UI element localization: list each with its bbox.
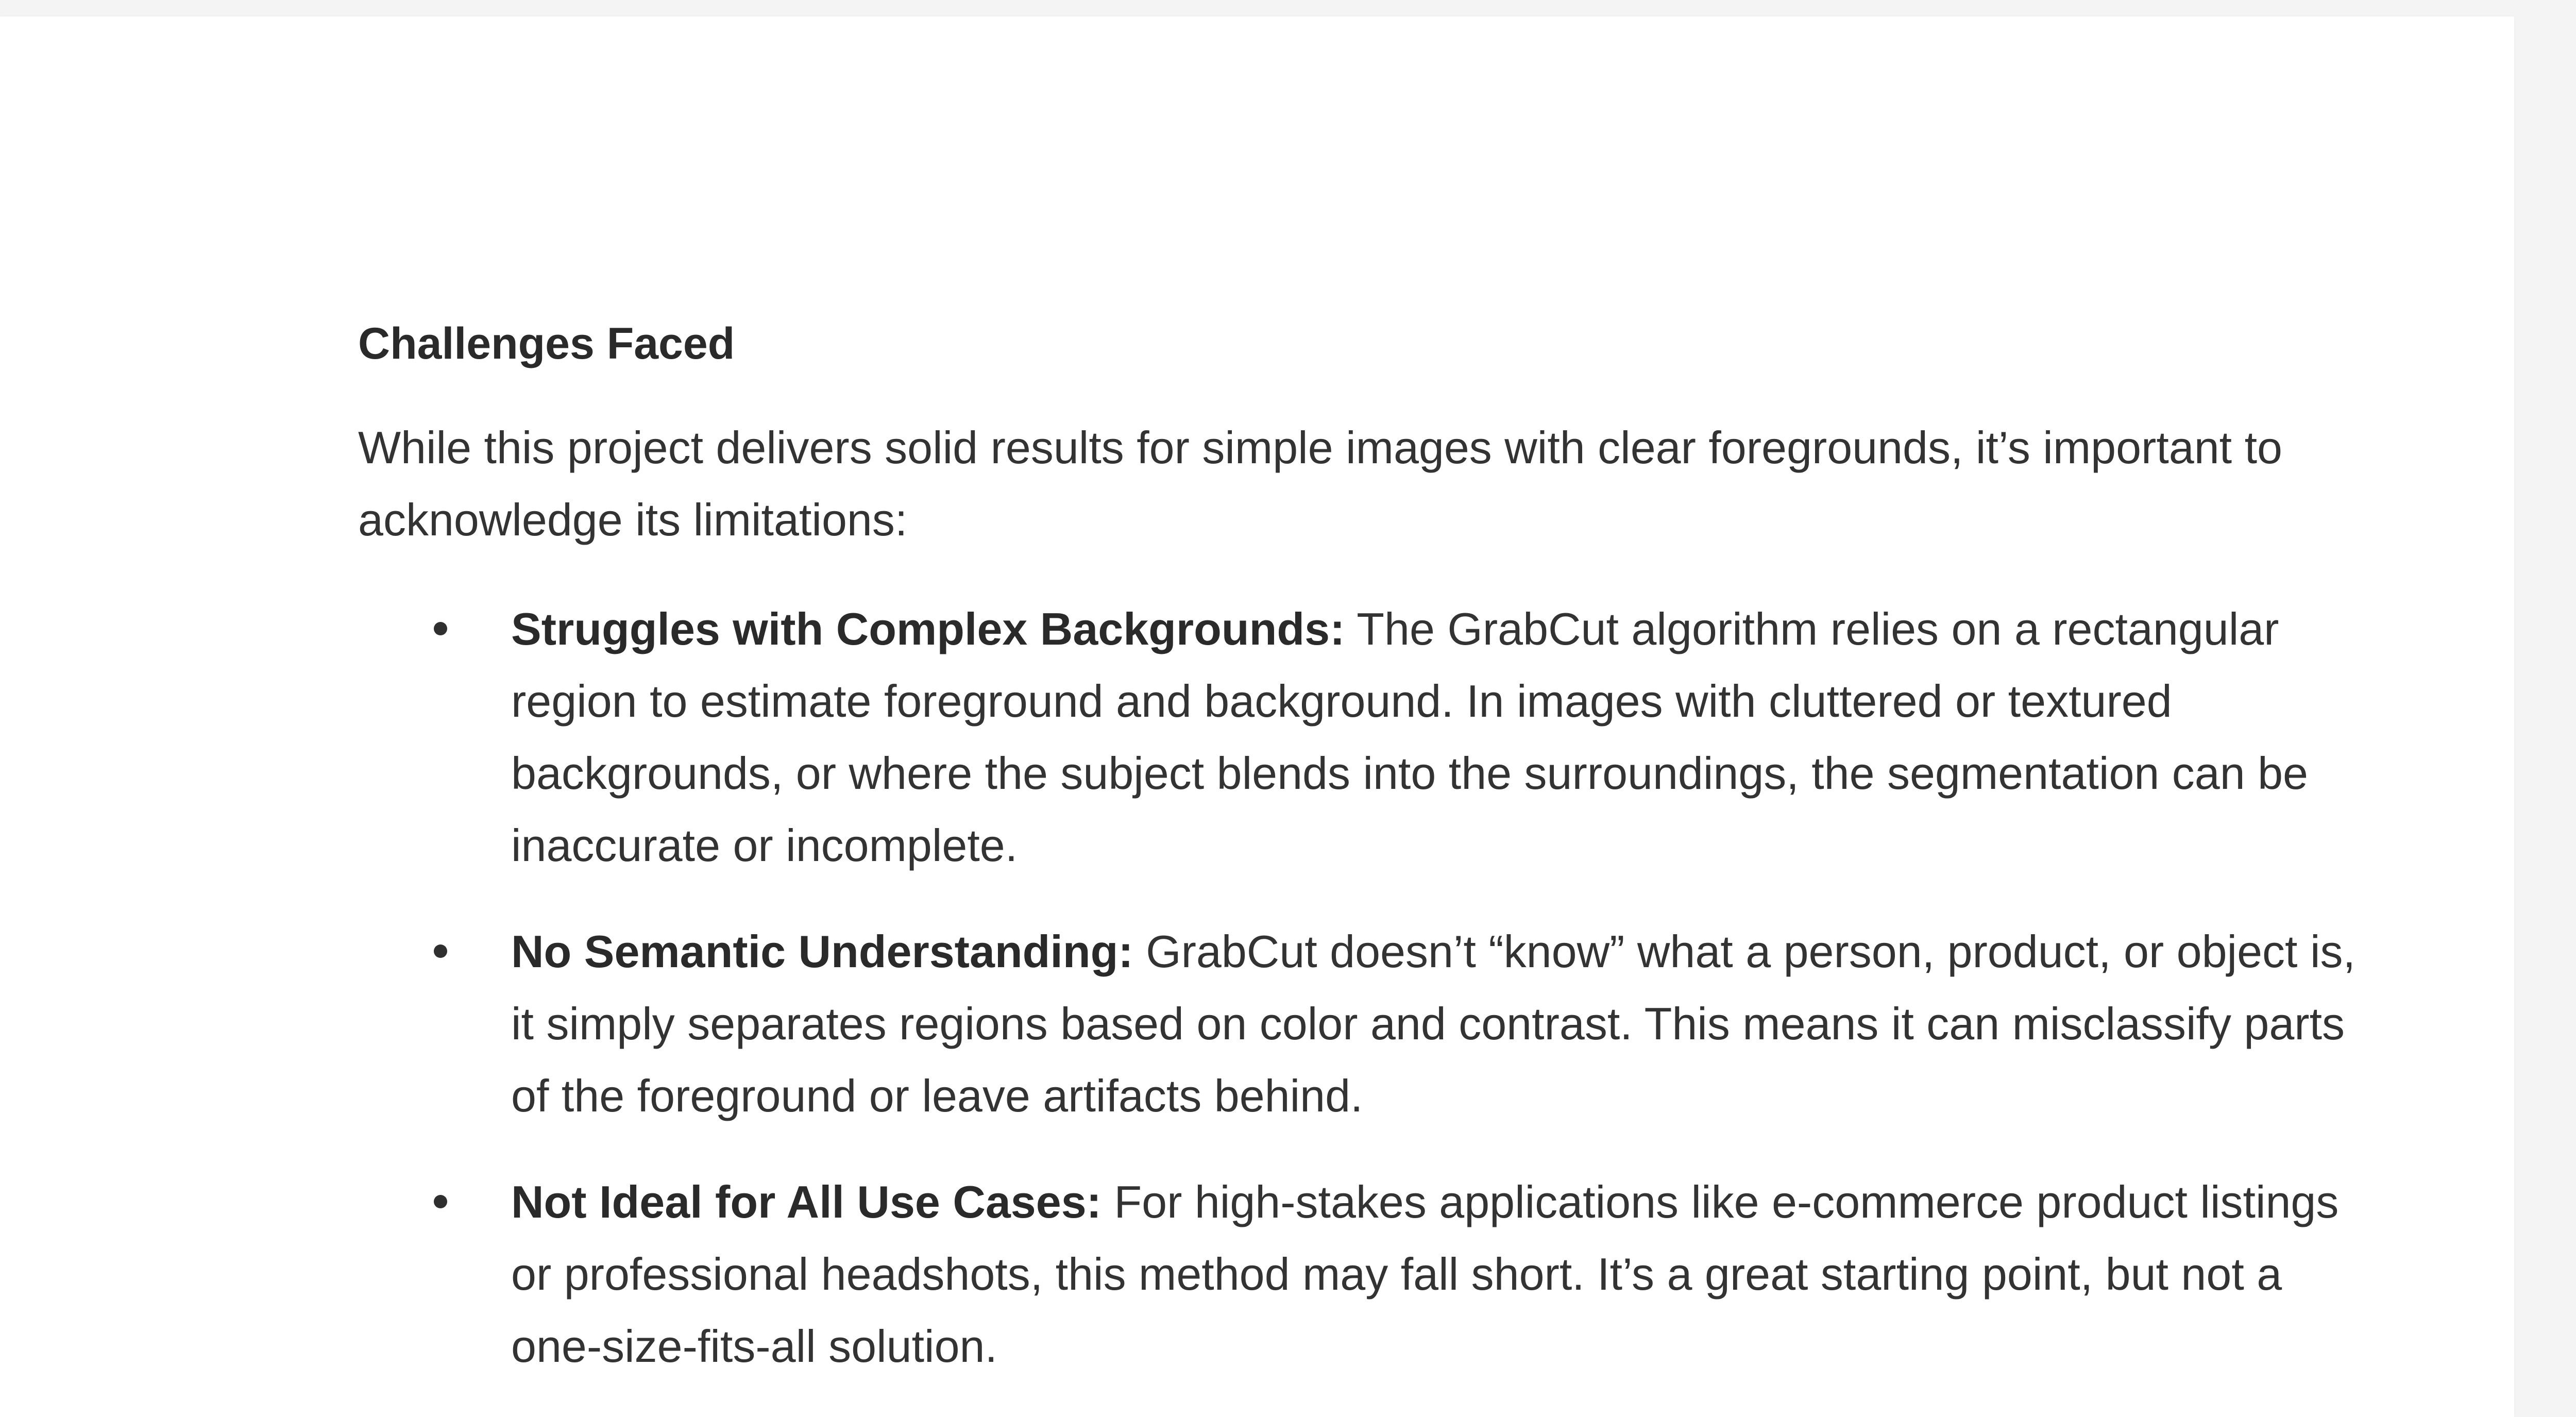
limitations-list: Struggles with Complex Backgrounds: The … — [358, 593, 2367, 1382]
limitation-item-semantic-understanding: No Semantic Understanding: GrabCut doesn… — [358, 916, 2367, 1132]
intro-paragraph: While this project delivers solid result… — [358, 422, 2282, 545]
limitation-item-complex-backgrounds: Struggles with Complex Backgrounds: The … — [358, 593, 2367, 882]
bullet-icon — [434, 622, 447, 635]
bullet-icon — [434, 1195, 447, 1208]
bullet-icon — [434, 944, 447, 958]
document-content: Challenges Faced While this project deli… — [358, 313, 2367, 1416]
limitation-title: Struggles with Complex Backgrounds: — [511, 603, 1345, 654]
section-heading: Challenges Faced — [358, 319, 735, 368]
limitation-title: No Semantic Understanding: — [511, 926, 1133, 977]
limitation-title: Not Ideal for All Use Cases: — [511, 1176, 1101, 1227]
limitation-item-use-cases: Not Ideal for All Use Cases: For high-st… — [358, 1166, 2367, 1382]
document-page: Challenges Faced While this project deli… — [0, 16, 2514, 1417]
